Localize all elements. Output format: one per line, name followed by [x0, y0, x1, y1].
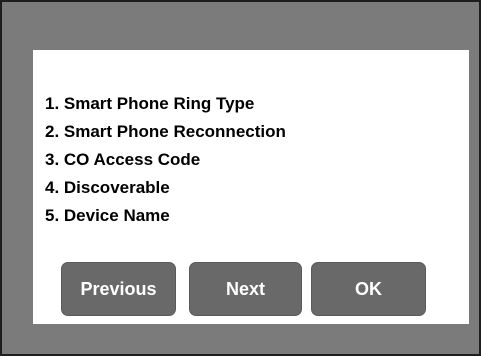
next-button[interactable]: Next — [189, 262, 302, 316]
menu-item-smart-phone-reconnection[interactable]: 2. Smart Phone Reconnection — [45, 118, 286, 146]
menu-item-discoverable[interactable]: 4. Discoverable — [45, 174, 286, 202]
menu-item-smart-phone-ring-type[interactable]: 1. Smart Phone Ring Type — [45, 90, 286, 118]
settings-menu-dialog: 1. Smart Phone Ring Type 2. Smart Phone … — [33, 50, 469, 324]
device-screen: 1. Smart Phone Ring Type 2. Smart Phone … — [0, 0, 481, 356]
previous-button[interactable]: Previous — [61, 262, 176, 316]
settings-menu-list: 1. Smart Phone Ring Type 2. Smart Phone … — [45, 90, 286, 230]
menu-item-device-name[interactable]: 5. Device Name — [45, 202, 286, 230]
menu-item-co-access-code[interactable]: 3. CO Access Code — [45, 146, 286, 174]
ok-button[interactable]: OK — [311, 262, 426, 316]
